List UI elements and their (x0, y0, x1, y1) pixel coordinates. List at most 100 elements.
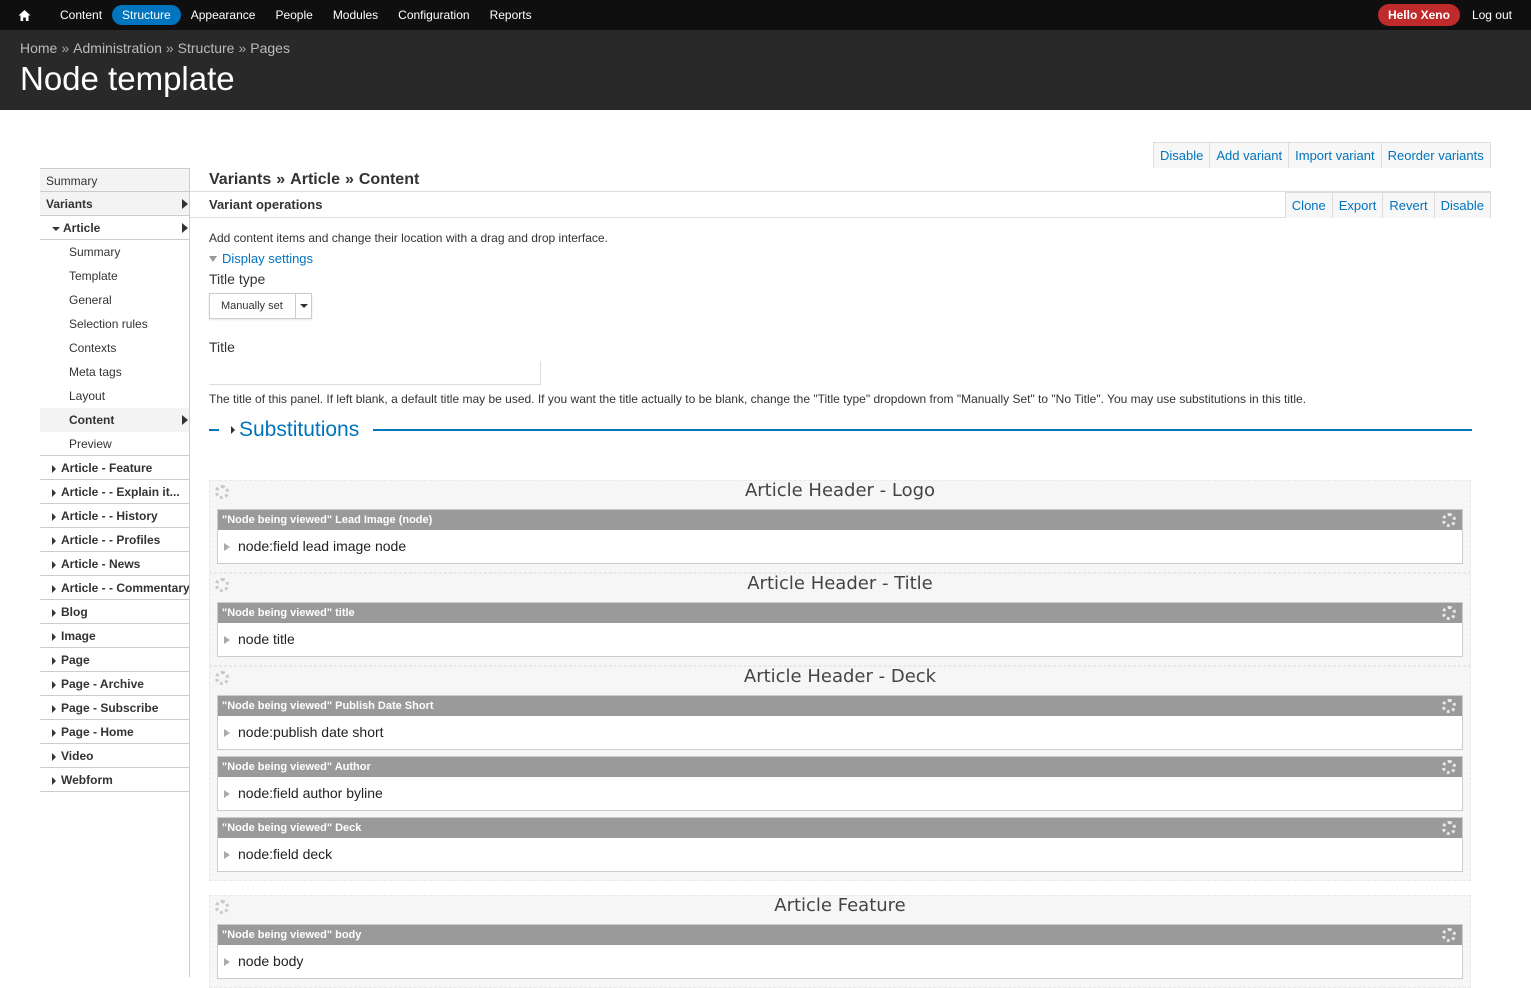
breadcrumb-pages[interactable]: Pages (250, 40, 290, 56)
collapsed-arrow-icon[interactable] (224, 728, 230, 737)
sidebar-item-variant[interactable]: Image (40, 624, 190, 648)
sidebar-item-meta-tags[interactable]: Meta tags (40, 360, 190, 384)
sidebar-item-variant[interactable]: Page (40, 648, 190, 672)
toolbar-modules[interactable]: Modules (323, 5, 388, 25)
collapsed-arrow-icon[interactable] (224, 789, 230, 798)
gear-icon[interactable] (1442, 513, 1456, 527)
toolbar-appearance[interactable]: Appearance (181, 5, 266, 25)
sidebar-item-variant[interactable]: Video (40, 744, 190, 768)
sidebar-item-summary[interactable]: Summary (40, 168, 190, 192)
export-link[interactable]: Export (1333, 193, 1384, 218)
pane[interactable]: "Node being viewed" title node title (217, 602, 1463, 657)
pane-title[interactable]: "Node being viewed" title (218, 603, 1462, 623)
pane-title-text: "Node being viewed" Lead Image (node) (222, 514, 433, 526)
pane-title-text: "Node being viewed" title (222, 607, 355, 619)
collapsed-arrow-icon (231, 426, 235, 434)
revert-link[interactable]: Revert (1383, 193, 1435, 218)
toolbar-configuration[interactable]: Configuration (388, 5, 479, 25)
pane[interactable]: "Node being viewed" Lead Image (node) no… (217, 509, 1463, 564)
sidebar-item-variant[interactable]: Article - - History (40, 504, 190, 528)
gear-icon[interactable] (1442, 760, 1456, 774)
sidebar-item-preview[interactable]: Preview (40, 432, 190, 456)
sidebar-item-variant[interactable]: Blog (40, 600, 190, 624)
collapsed-arrow-icon (52, 705, 56, 713)
logout-link[interactable]: Log out (1472, 8, 1512, 22)
gear-icon[interactable] (1442, 699, 1456, 713)
region: Article Header - Deck "Node being viewed… (209, 666, 1471, 881)
sidebar-item-label: Page - Subscribe (61, 701, 159, 715)
pane-title[interactable]: "Node being viewed" body (218, 925, 1462, 945)
clone-link[interactable]: Clone (1286, 193, 1333, 218)
main-content: Variants» Article» Content Variant opera… (190, 168, 1491, 442)
gear-icon[interactable] (1442, 606, 1456, 620)
region-title: Article Feature (774, 895, 906, 916)
breadcrumb-home[interactable]: Home (20, 40, 57, 56)
toolbar-people[interactable]: People (265, 5, 322, 25)
breadcrumb-administration[interactable]: Administration (73, 40, 162, 56)
sidebar-item-variant[interactable]: Article - Feature (40, 456, 190, 480)
sidebar-item-label: Webform (61, 773, 113, 787)
sidebar-item-label: Article - News (61, 557, 141, 571)
pane[interactable]: "Node being viewed" Author node:field au… (217, 756, 1463, 811)
sidebar-item-label: Article - - Profiles (61, 533, 161, 547)
sidebar-item-variant[interactable]: Article - - Commentary (40, 576, 190, 600)
sidebar-item-general[interactable]: General (40, 288, 190, 312)
pane-title[interactable]: "Node being viewed" Author (218, 757, 1462, 777)
home-icon[interactable] (18, 8, 32, 22)
substitutions-fieldset[interactable]: Substitutions (209, 418, 1491, 442)
pane-body: node title (218, 623, 1462, 656)
sidebar-item-label: Article (63, 221, 101, 235)
sidebar-item-layout[interactable]: Layout (40, 384, 190, 408)
hello-user-link[interactable]: Hello Xeno (1377, 4, 1460, 26)
pane-title[interactable]: "Node being viewed" Publish Date Short (218, 696, 1462, 716)
collapsed-arrow-icon (52, 561, 56, 569)
sidebar-item-variants[interactable]: Variants (40, 192, 190, 216)
sidebar-item-selection-rules[interactable]: Selection rules (40, 312, 190, 336)
pane[interactable]: "Node being viewed" Publish Date Short n… (217, 695, 1463, 750)
sidebar-item-variant[interactable]: Page - Home (40, 720, 190, 744)
sidebar-item-label: Article - - History (61, 509, 158, 523)
disable-link[interactable]: Disable (1435, 193, 1490, 218)
sidebar-item-content[interactable]: Content (40, 408, 190, 432)
toolbar-structure[interactable]: Structure (112, 5, 181, 25)
breadcrumb-separator: » (165, 40, 174, 56)
sidebar-item-variant[interactable]: Article - - Explain it... (40, 480, 190, 504)
display-settings-toggle[interactable]: Display settings (209, 251, 1491, 266)
title-input[interactable] (209, 361, 541, 385)
gear-icon[interactable] (1442, 928, 1456, 942)
collapsed-arrow-icon[interactable] (224, 542, 230, 551)
collapsed-arrow-icon[interactable] (224, 850, 230, 859)
breadcrumb-structure[interactable]: Structure (178, 40, 235, 56)
expanded-arrow-icon (209, 255, 217, 262)
pane-body-text: node:field author byline (238, 785, 383, 801)
add-variant-link[interactable]: Add variant (1210, 143, 1290, 168)
pane[interactable]: "Node being viewed" body node body (217, 924, 1463, 979)
collapsed-arrow-icon[interactable] (224, 635, 230, 644)
sidebar-item-article-summary[interactable]: Summary (40, 240, 190, 264)
gear-icon[interactable] (1442, 821, 1456, 835)
pane[interactable]: "Node being viewed" Deck node:field deck (217, 817, 1463, 872)
pane-title[interactable]: "Node being viewed" Lead Image (node) (218, 510, 1462, 530)
sidebar-item-variant[interactable]: Article - News (40, 552, 190, 576)
sidebar-item-label: Content (69, 413, 115, 427)
sidebar-item-variant[interactable]: Page - Subscribe (40, 696, 190, 720)
collapsed-arrow-icon (52, 609, 56, 617)
display-settings-label: Display settings (222, 251, 314, 266)
toolbar-reports[interactable]: Reports (480, 5, 542, 25)
sidebar-item-variant[interactable]: Article - - Profiles (40, 528, 190, 552)
disable-variant-link[interactable]: Disable (1154, 143, 1211, 168)
pane-body: node:publish date short (218, 716, 1462, 749)
sidebar-item-variant[interactable]: Page - Archive (40, 672, 190, 696)
import-variant-link[interactable]: Import variant (1289, 143, 1382, 168)
reorder-variants-link[interactable]: Reorder variants (1382, 143, 1490, 168)
sidebar-item-contexts[interactable]: Contexts (40, 336, 190, 360)
pane-body: node:field lead image node (218, 530, 1462, 563)
sidebar-item-template[interactable]: Template (40, 264, 190, 288)
sidebar-item-variant[interactable]: Webform (40, 768, 190, 792)
title-type-select[interactable]: Manually set (209, 293, 312, 319)
pane-body-text: node title (238, 631, 295, 647)
collapsed-arrow-icon[interactable] (224, 957, 230, 966)
toolbar-content[interactable]: Content (50, 5, 112, 25)
pane-title[interactable]: "Node being viewed" Deck (218, 818, 1462, 838)
sidebar-item-article[interactable]: Article (40, 216, 190, 240)
